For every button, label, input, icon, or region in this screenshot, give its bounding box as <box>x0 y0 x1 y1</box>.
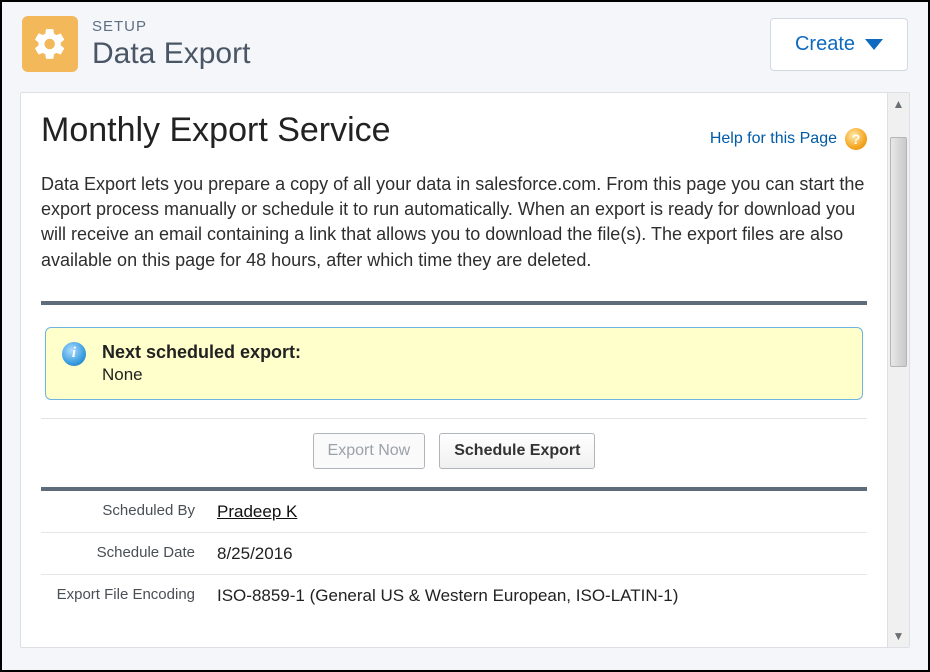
encoding-label: Export File Encoding <box>47 585 217 605</box>
detail-row-schedule-date: Schedule Date 8/25/2016 <box>41 533 867 575</box>
scrollbar[interactable]: ▲ ▼ <box>887 93 909 647</box>
help-link[interactable]: Help for this Page ? <box>710 128 867 150</box>
page-title: Data Export <box>92 37 250 71</box>
scheduled-by-label: Scheduled By <box>47 501 217 521</box>
schedule-date-label: Schedule Date <box>47 543 217 563</box>
scheduled-by-link[interactable]: Pradeep K <box>217 501 297 522</box>
help-icon: ? <box>845 128 867 150</box>
scroll-down-icon[interactable]: ▼ <box>893 629 905 643</box>
schedule-date-value: 8/25/2016 <box>217 543 293 564</box>
schedule-section: i Next scheduled export: None Export Now… <box>41 301 867 487</box>
scroll-up-icon[interactable]: ▲ <box>893 97 905 111</box>
scroll-thumb[interactable] <box>890 137 907 367</box>
gear-icon <box>22 16 78 72</box>
create-button[interactable]: Create <box>770 18 908 71</box>
schedule-export-button[interactable]: Schedule Export <box>439 433 595 469</box>
content-panel: Monthly Export Service Help for this Pag… <box>20 92 910 648</box>
info-text: Next scheduled export: None <box>102 342 301 385</box>
next-export-label: Next scheduled export: <box>102 342 301 363</box>
panel-content: Monthly Export Service Help for this Pag… <box>21 93 887 647</box>
description-text: Data Export lets you prepare a copy of a… <box>41 172 867 273</box>
setup-label: SETUP <box>92 18 250 35</box>
detail-row-encoding: Export File Encoding ISO-8859-1 (General… <box>41 575 867 616</box>
create-button-label: Create <box>795 33 855 56</box>
export-now-button[interactable]: Export Now <box>313 433 426 469</box>
page-header: SETUP Data Export Create <box>2 2 928 82</box>
panel-header: Monthly Export Service Help for this Pag… <box>41 111 867 150</box>
actions-row: Export Now Schedule Export <box>41 418 867 487</box>
scroll-track[interactable] <box>888 115 909 625</box>
caret-down-icon <box>865 39 883 50</box>
detail-row-scheduled-by: Scheduled By Pradeep K <box>41 491 867 533</box>
details-section: Scheduled By Pradeep K Schedule Date 8/2… <box>41 487 867 616</box>
header-left: SETUP Data Export <box>22 16 250 72</box>
next-export-value: None <box>102 365 301 385</box>
help-link-label: Help for this Page <box>710 130 837 148</box>
panel-title: Monthly Export Service <box>41 111 391 150</box>
info-banner: i Next scheduled export: None <box>45 327 863 400</box>
title-block: SETUP Data Export <box>92 18 250 71</box>
info-icon: i <box>62 342 86 366</box>
encoding-value: ISO-8859-1 (General US & Western Europea… <box>217 585 678 606</box>
